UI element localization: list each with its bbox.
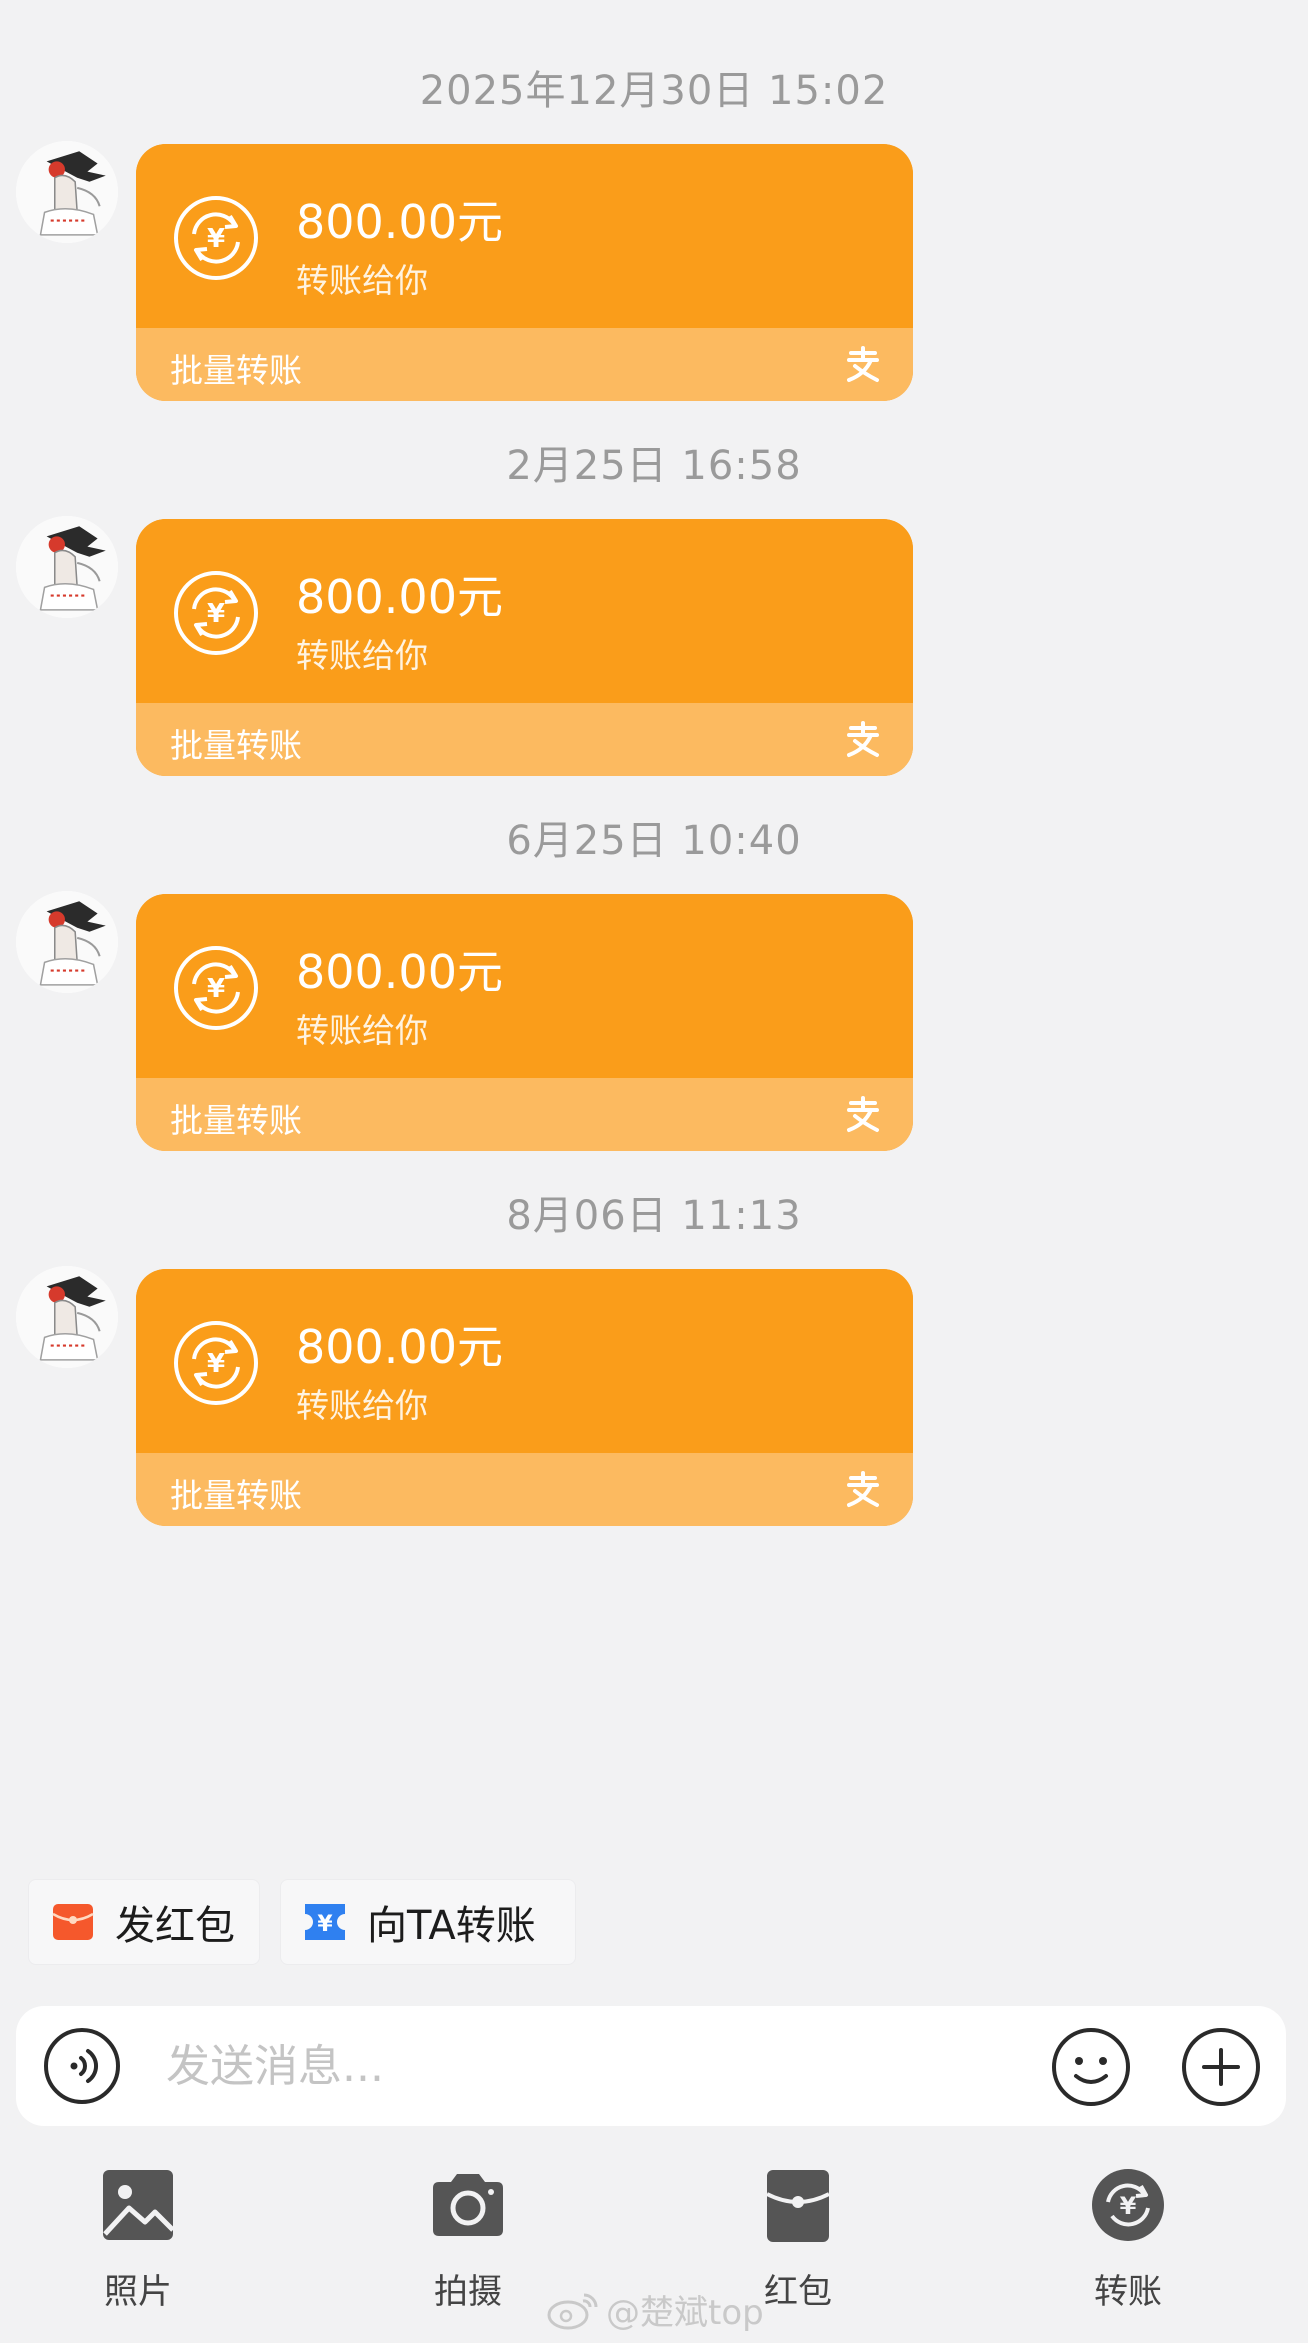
red-envelope-icon: [52, 1904, 94, 1940]
svg-text:¥: ¥: [207, 1349, 225, 1379]
avatar-illustration-icon: [16, 516, 118, 618]
transfer-card-footer: 批量转账: [136, 1453, 913, 1526]
alipay-icon: [847, 1096, 879, 1132]
avatar-illustration-icon: [16, 891, 118, 993]
transfer-ticket-icon: ¥: [305, 1904, 345, 1940]
chat-area: 2025年12月30日 15:02 ¥ 800.00元 转账给你 批量转账 2月…: [0, 0, 1308, 1850]
sender-avatar[interactable]: [16, 141, 118, 243]
avatar-illustration-icon: [16, 1266, 118, 1368]
avatar-illustration-icon: [16, 141, 118, 243]
svg-text:¥: ¥: [207, 224, 225, 254]
transfer-subtitle: 转账给你: [296, 636, 428, 675]
tool-transfer[interactable]: ¥ 转账: [1028, 2164, 1228, 2334]
svg-text:¥: ¥: [207, 599, 225, 629]
message-input[interactable]: [166, 2032, 1046, 2100]
transfer-card-body: ¥ 800.00元 转账给你: [136, 894, 913, 1078]
tool-photo[interactable]: 照片: [38, 2164, 238, 2334]
photo-icon: [103, 2170, 175, 2240]
transfer-to-ta-button[interactable]: ¥ 向TA转账: [280, 1879, 576, 1965]
transfer-card-footer: 批量转账: [136, 1078, 913, 1151]
transfer-card[interactable]: ¥ 800.00元 转账给你 批量转账: [136, 894, 913, 1151]
watermark: @楚斌top: [546, 2284, 764, 2334]
transfer-subtitle: 转账给你: [296, 261, 428, 300]
transfer-subtitle: 转账给你: [296, 1011, 428, 1050]
batch-transfer-tag: 批量转账: [170, 1101, 302, 1140]
svg-text:¥: ¥: [1120, 2192, 1137, 2220]
sender-avatar[interactable]: [16, 1266, 118, 1368]
transfer-yuan-icon: ¥: [174, 571, 258, 655]
message-input-bar: [16, 2006, 1286, 2126]
alipay-icon: [847, 1471, 879, 1507]
transfer-amount: 800.00元: [296, 570, 503, 624]
transfer-amount: 800.00元: [296, 945, 503, 999]
transfer-amount: 800.00元: [296, 1320, 503, 1374]
tool-photo-label: 照片: [104, 2272, 172, 2312]
svg-text:¥: ¥: [207, 974, 225, 1004]
transfer-card[interactable]: ¥ 800.00元 转账给你 批量转账: [136, 1269, 913, 1526]
message-timestamp: 2025年12月30日 15:02: [419, 68, 889, 114]
transfer-card-footer: 批量转账: [136, 703, 913, 776]
sender-avatar[interactable]: [16, 516, 118, 618]
red-packet-icon: [766, 2170, 830, 2242]
transfer-card[interactable]: ¥ 800.00元 转账给你 批量转账: [136, 519, 913, 776]
send-red-envelope-label: 发红包: [115, 1903, 235, 1949]
transfer-card-footer: 批量转账: [136, 328, 913, 401]
batch-transfer-tag: 批量转账: [170, 726, 302, 765]
alipay-icon: [847, 346, 879, 382]
svg-text:¥: ¥: [317, 1912, 333, 1937]
transfer-icon: ¥: [1092, 2169, 1164, 2241]
sender-avatar[interactable]: [16, 891, 118, 993]
tool-transfer-label: 转账: [1094, 2272, 1162, 2312]
plus-icon[interactable]: [1180, 2026, 1262, 2108]
alipay-icon: [847, 721, 879, 757]
message-timestamp: 2月25日 16:58: [506, 443, 802, 489]
quick-actions-bar: 发红包 ¥ 向TA转账: [0, 1855, 1308, 1975]
transfer-card-body: ¥ 800.00元 转账给你: [136, 1269, 913, 1453]
emoji-icon[interactable]: [1050, 2026, 1132, 2108]
weibo-logo-icon: [547, 2293, 598, 2330]
batch-transfer-tag: 批量转账: [170, 351, 302, 390]
transfer-yuan-icon: ¥: [174, 946, 258, 1030]
tool-camera[interactable]: 拍摄: [368, 2164, 568, 2334]
transfer-amount: 800.00元: [296, 195, 503, 249]
message-timestamp: 8月06日 11:13: [506, 1193, 802, 1239]
transfer-card-body: ¥ 800.00元 转账给你: [136, 519, 913, 703]
voice-icon[interactable]: [42, 2026, 122, 2106]
camera-icon: [433, 2174, 503, 2236]
transfer-card-body: ¥ 800.00元 转账给你: [136, 144, 913, 328]
transfer-subtitle: 转账给你: [296, 1386, 428, 1425]
send-red-envelope-button[interactable]: 发红包: [28, 1879, 260, 1965]
transfer-yuan-icon: ¥: [174, 196, 258, 280]
message-timestamp: 6月25日 10:40: [506, 818, 802, 864]
watermark-text: @楚斌top: [606, 2292, 764, 2333]
transfer-yuan-icon: ¥: [174, 1321, 258, 1405]
tool-camera-label: 拍摄: [434, 2272, 502, 2312]
transfer-to-ta-label: 向TA转账: [367, 1903, 536, 1949]
transfer-card[interactable]: ¥ 800.00元 转账给你 批量转账: [136, 144, 913, 401]
batch-transfer-tag: 批量转账: [170, 1476, 302, 1515]
